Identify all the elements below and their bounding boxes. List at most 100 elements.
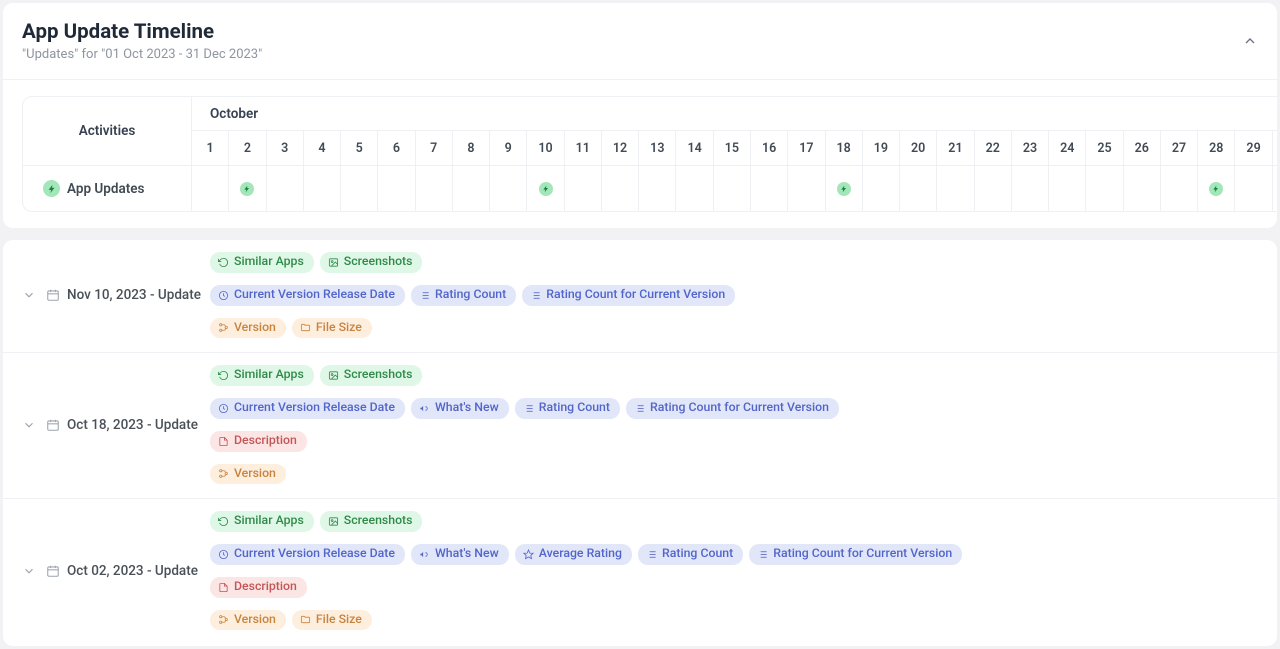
event-marker[interactable] (240, 182, 254, 196)
timeline-cell (826, 166, 863, 211)
timeline-panel: App Update Timeline "Updates" for "01 Oc… (3, 3, 1277, 228)
chip-whats-new[interactable]: What's New (411, 544, 509, 565)
bolt-icon (43, 180, 60, 197)
entry-date: Oct 18, 2023 - Update (67, 417, 198, 433)
calendar-icon (46, 564, 60, 578)
day-header-cell: 27 (1161, 131, 1198, 165)
timeline-cell (937, 166, 974, 211)
day-header-cell: 1 (192, 131, 229, 165)
chip-release-date[interactable]: Current Version Release Date (210, 285, 405, 306)
event-marker[interactable] (1209, 182, 1223, 196)
timeline-cell (975, 166, 1012, 211)
chip-rcfv[interactable]: Rating Count for Current Version (522, 285, 735, 306)
month-label: October (192, 97, 1277, 130)
update-entry: Oct 18, 2023 - Update Similar Apps Scree… (3, 353, 1277, 499)
day-header-cell: 24 (1049, 131, 1086, 165)
day-header-cell: 16 (751, 131, 788, 165)
entry-date: Nov 10, 2023 - Update (67, 287, 201, 303)
timeline-cell (900, 166, 937, 211)
day-header-cell: 11 (565, 131, 602, 165)
chip-version[interactable]: Version (210, 464, 286, 485)
timeline-cell (1235, 166, 1272, 211)
day-header-cell: 13 (639, 131, 676, 165)
timeline-cell (714, 166, 751, 211)
chip-rating-count[interactable]: Rating Count (515, 398, 620, 419)
activities-header: Activities (23, 97, 191, 166)
day-header-cell: 14 (676, 131, 713, 165)
day-header-cell: 9 (490, 131, 527, 165)
day-header-cell: 7 (416, 131, 453, 165)
chip-description[interactable]: Description (210, 431, 307, 452)
timeline-grid: Activities App Updates October 123456789… (22, 96, 1277, 212)
chip-rating-count[interactable]: Rating Count (411, 285, 516, 306)
day-header-cell: 29 (1235, 131, 1272, 165)
timeline-cell (192, 166, 229, 211)
chip-rcfv[interactable]: Rating Count for Current Version (749, 544, 962, 565)
timeline-cell (490, 166, 527, 211)
chip-similar-apps[interactable]: Similar Apps (210, 252, 314, 273)
day-header-cell: 28 (1198, 131, 1235, 165)
calendar-icon (46, 418, 60, 432)
day-header-cell: 5 (341, 131, 378, 165)
activity-label: App Updates (67, 181, 144, 197)
timeline-cell (1198, 166, 1235, 211)
chip-file-size[interactable]: File Size (292, 610, 372, 631)
day-header-cell: 3 (267, 131, 304, 165)
chip-screenshots[interactable]: Screenshots (320, 252, 423, 273)
chip-similar-apps[interactable]: Similar Apps (210, 365, 314, 386)
timeline-cell (229, 166, 266, 211)
day-header-cell: 15 (714, 131, 751, 165)
calendar-icon (46, 288, 60, 302)
day-header-cell: 19 (863, 131, 900, 165)
day-header-cell: 30 (1273, 131, 1277, 165)
chevron-down-icon[interactable] (22, 564, 36, 578)
timeline-cell (788, 166, 825, 211)
update-entry: Oct 02, 2023 - Update Similar Apps Scree… (3, 499, 1277, 644)
chip-rating-count[interactable]: Rating Count (638, 544, 743, 565)
timeline-cell (1049, 166, 1086, 211)
timeline-cell (1012, 166, 1049, 211)
timeline-cell (416, 166, 453, 211)
chip-file-size[interactable]: File Size (292, 318, 372, 339)
timeline-cell (676, 166, 713, 211)
day-header-cell: 12 (602, 131, 639, 165)
timeline-cell (639, 166, 676, 211)
chip-screenshots[interactable]: Screenshots (320, 511, 423, 532)
chevron-down-icon[interactable] (22, 288, 36, 302)
timeline-cell (751, 166, 788, 211)
timeline-cell (378, 166, 415, 211)
chip-similar-apps[interactable]: Similar Apps (210, 511, 314, 532)
timeline-cell (1161, 166, 1198, 211)
chip-version[interactable]: Version (210, 318, 286, 339)
chip-average-rating[interactable]: Average Rating (515, 544, 632, 565)
chip-whats-new[interactable]: What's New (411, 398, 509, 419)
event-marker[interactable] (539, 182, 553, 196)
day-header-cell: 17 (788, 131, 825, 165)
entry-date: Oct 02, 2023 - Update (67, 563, 198, 579)
day-header-cell: 8 (453, 131, 490, 165)
timeline-cell (341, 166, 378, 211)
panel-header: App Update Timeline "Updates" for "01 Oc… (3, 3, 1277, 80)
event-marker[interactable] (837, 182, 851, 196)
activity-row-app-updates[interactable]: App Updates (23, 166, 191, 211)
chip-screenshots[interactable]: Screenshots (320, 365, 423, 386)
timeline-cell (602, 166, 639, 211)
chip-rcfv[interactable]: Rating Count for Current Version (626, 398, 839, 419)
day-header-cell: 18 (826, 131, 863, 165)
day-header-cell: 22 (975, 131, 1012, 165)
day-header-cell: 23 (1012, 131, 1049, 165)
chip-release-date[interactable]: Current Version Release Date (210, 544, 405, 565)
page-title: App Update Timeline (22, 20, 262, 44)
chip-description[interactable]: Description (210, 577, 307, 598)
day-header-cell: 2 (229, 131, 266, 165)
collapse-icon[interactable] (1242, 33, 1258, 49)
updates-list-panel: Nov 10, 2023 - Update Similar Apps Scree… (3, 240, 1277, 646)
day-header-cell: 4 (304, 131, 341, 165)
timeline-cell (1086, 166, 1123, 211)
chevron-down-icon[interactable] (22, 418, 36, 432)
day-header-cell: 26 (1124, 131, 1161, 165)
timeline-scroller[interactable]: Activities App Updates October 123456789… (3, 80, 1277, 228)
chip-release-date[interactable]: Current Version Release Date (210, 398, 405, 419)
chip-version[interactable]: Version (210, 610, 286, 631)
timeline-cell (1124, 166, 1161, 211)
